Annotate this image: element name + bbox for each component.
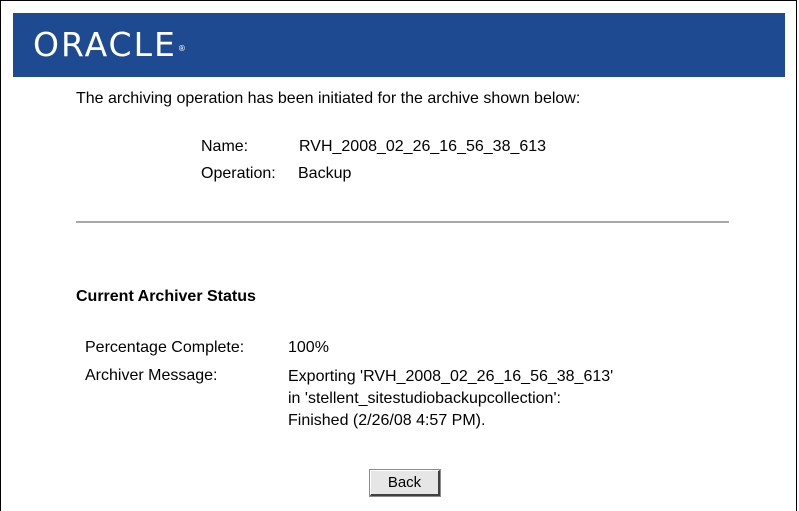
archive-name-value: RVH_2008_02_26_16_56_38_613 xyxy=(299,138,547,155)
status-heading: Current Archiver Status xyxy=(76,288,256,305)
percentage-complete-value: 100% xyxy=(288,339,329,356)
archiver-message-line: in 'stellent_sitestudiobackupcollection'… xyxy=(288,390,561,407)
archive-operation-label: Operation: xyxy=(201,165,276,182)
intro-text: The archiving operation has been initiat… xyxy=(76,90,581,107)
oracle-logo-text: ORACLE xyxy=(33,25,177,64)
archiver-message-label: Archiver Message: xyxy=(85,367,218,384)
oracle-logo: ORACLE® xyxy=(33,27,186,63)
section-divider xyxy=(76,221,729,223)
percentage-complete-label: Percentage Complete: xyxy=(85,339,245,356)
archiver-message-line: Finished (2/26/08 4:57 PM). xyxy=(288,412,486,429)
archive-operation-value: Backup xyxy=(298,165,352,182)
archiver-message-line: Exporting 'RVH_2008_02_26_16_56_38_613' xyxy=(288,368,614,385)
oracle-header-banner: ORACLE® xyxy=(13,13,785,77)
archive-name-label: Name: xyxy=(201,138,249,155)
back-button[interactable]: Back xyxy=(369,469,441,497)
registered-mark: ® xyxy=(177,44,186,53)
archiver-message-value: Exporting 'RVH_2008_02_26_16_56_38_613' … xyxy=(288,366,613,432)
